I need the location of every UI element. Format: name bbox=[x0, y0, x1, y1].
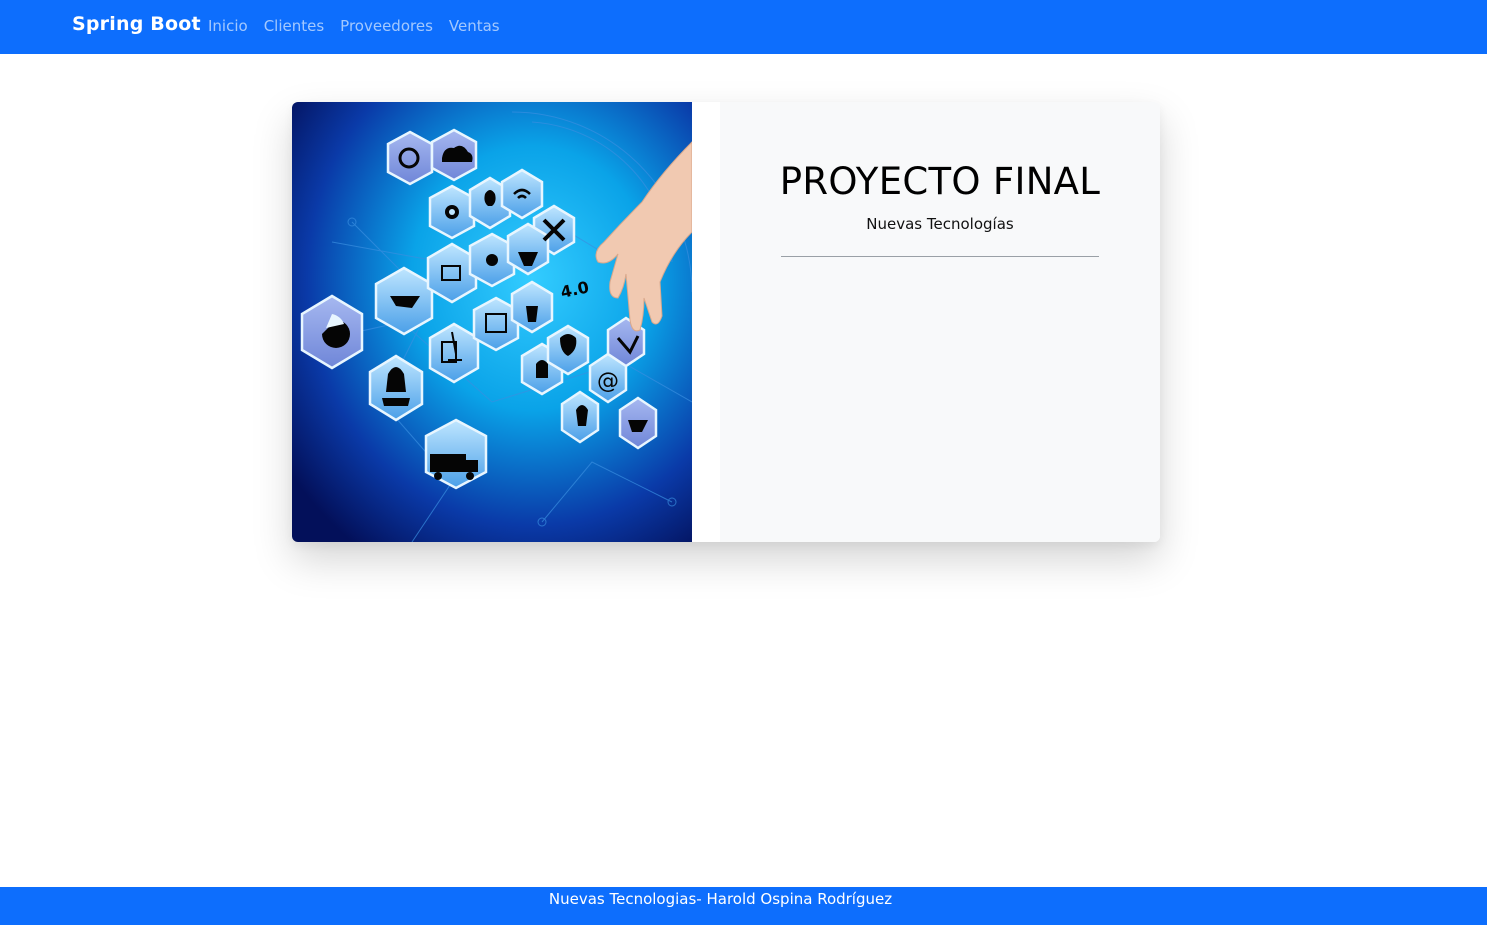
nav-links: Inicio Clientes Proveedores Ventas bbox=[208, 17, 500, 35]
divider bbox=[781, 256, 1099, 257]
hero-image: @ 4.0 bbox=[292, 102, 692, 542]
brand-link[interactable]: Spring Boot bbox=[72, 13, 201, 35]
nav-link-clientes[interactable]: Clientes bbox=[264, 17, 324, 35]
svg-text:@: @ bbox=[597, 369, 619, 394]
project-card: @ 4.0 PROYECTO FINAL Nuevas Tecnologías bbox=[292, 102, 1160, 542]
nav-link-proveedores[interactable]: Proveedores bbox=[340, 17, 433, 35]
footer-text: Nuevas Tecnologias- Harold Ospina Rodríg… bbox=[548, 890, 893, 908]
nav-link-inicio[interactable]: Inicio bbox=[208, 17, 248, 35]
footer: Nuevas Tecnologias- Harold Ospina Rodríg… bbox=[0, 887, 1487, 925]
info-panel: PROYECTO FINAL Nuevas Tecnologías bbox=[720, 102, 1160, 542]
page-subtitle: Nuevas Tecnologías bbox=[866, 215, 1014, 233]
nav-link-ventas[interactable]: Ventas bbox=[449, 17, 500, 35]
page-title: PROYECTO FINAL bbox=[779, 160, 1101, 203]
top-navbar: Spring Boot Inicio Clientes Proveedores … bbox=[0, 0, 1487, 54]
